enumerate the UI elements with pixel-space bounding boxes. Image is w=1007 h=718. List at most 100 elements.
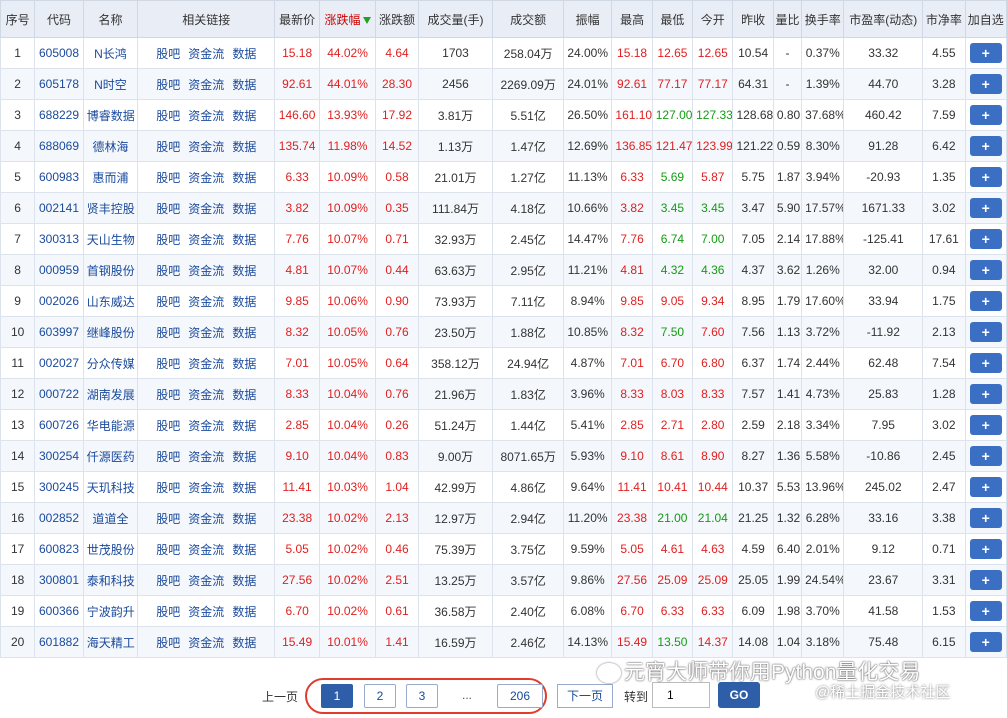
fund-flow-link[interactable]: 资金流 (188, 78, 224, 92)
column-header[interactable]: 昨收 (732, 0, 774, 38)
stock-code-link[interactable]: 002852 (39, 511, 79, 525)
fund-flow-link[interactable]: 资金流 (188, 109, 224, 123)
guba-link[interactable]: 股吧 (156, 512, 180, 526)
fund-flow-link[interactable]: 资金流 (188, 605, 224, 619)
stock-name-link[interactable]: 海天精工 (87, 636, 135, 650)
column-header[interactable]: 市盈率(动态) (843, 0, 924, 38)
stock-code-link[interactable]: 300254 (39, 449, 79, 463)
stock-code-link[interactable]: 601882 (39, 635, 79, 649)
column-header[interactable]: 成交额 (492, 0, 564, 38)
stock-code-link[interactable]: 300245 (39, 480, 79, 494)
stock-code-link[interactable]: 002027 (39, 356, 79, 370)
data-link[interactable]: 数据 (232, 295, 256, 309)
guba-link[interactable]: 股吧 (156, 78, 180, 92)
add-watchlist-button[interactable]: + (969, 291, 1002, 311)
stock-code-link[interactable]: 000722 (39, 387, 79, 401)
guba-link[interactable]: 股吧 (156, 636, 180, 650)
fund-flow-link[interactable]: 资金流 (188, 636, 224, 650)
data-link[interactable]: 数据 (232, 450, 256, 464)
stock-name-link[interactable]: 德林海 (92, 140, 128, 154)
fund-flow-link[interactable]: 资金流 (188, 171, 224, 185)
stock-code-link[interactable]: 603997 (39, 325, 79, 339)
column-header[interactable]: 最低 (651, 0, 694, 38)
page-button-last[interactable]: 206 (497, 684, 543, 708)
page-button-3[interactable]: 3 (406, 684, 438, 708)
guba-link[interactable]: 股吧 (156, 326, 180, 340)
guba-link[interactable]: 股吧 (156, 450, 180, 464)
stock-code-link[interactable]: 600366 (39, 604, 79, 618)
guba-link[interactable]: 股吧 (156, 388, 180, 402)
column-header[interactable]: 涨跌额 (375, 0, 419, 38)
stock-name-link[interactable]: N时空 (94, 78, 127, 92)
fund-flow-link[interactable]: 资金流 (188, 419, 224, 433)
guba-link[interactable]: 股吧 (156, 202, 180, 216)
stock-name-link[interactable]: N长鸿 (94, 47, 127, 61)
fund-flow-link[interactable]: 资金流 (188, 233, 224, 247)
add-watchlist-button[interactable]: + (969, 136, 1002, 156)
column-header[interactable]: 今开 (692, 0, 734, 38)
stock-name-link[interactable]: 世茂股份 (87, 543, 135, 557)
stock-code-link[interactable]: 600823 (39, 542, 79, 556)
column-header[interactable]: 振幅 (562, 0, 613, 38)
add-watchlist-button[interactable]: + (969, 260, 1002, 280)
data-link[interactable]: 数据 (232, 357, 256, 371)
fund-flow-link[interactable]: 资金流 (188, 574, 224, 588)
data-link[interactable]: 数据 (232, 512, 256, 526)
add-watchlist-button[interactable]: + (969, 632, 1002, 652)
add-watchlist-button[interactable]: + (969, 322, 1002, 342)
column-header[interactable]: 涨跌幅 (318, 0, 377, 38)
guba-link[interactable]: 股吧 (156, 47, 180, 61)
add-watchlist-button[interactable]: + (969, 601, 1002, 621)
data-link[interactable]: 数据 (232, 233, 256, 247)
add-watchlist-button[interactable]: + (969, 198, 1002, 218)
data-link[interactable]: 数据 (232, 543, 256, 557)
fund-flow-link[interactable]: 资金流 (188, 264, 224, 278)
stock-name-link[interactable]: 惠而浦 (92, 171, 128, 185)
fund-flow-link[interactable]: 资金流 (188, 295, 224, 309)
data-link[interactable]: 数据 (232, 140, 256, 154)
guba-link[interactable]: 股吧 (156, 233, 180, 247)
stock-name-link[interactable]: 山东威达 (87, 295, 135, 309)
stock-code-link[interactable]: 000959 (39, 263, 79, 277)
add-watchlist-button[interactable]: + (969, 570, 1002, 590)
stock-name-link[interactable]: 华电能源 (87, 419, 135, 433)
guba-link[interactable]: 股吧 (156, 295, 180, 309)
stock-code-link[interactable]: 605178 (39, 77, 79, 91)
page-button-1[interactable]: 1 (321, 684, 353, 708)
column-header[interactable]: 加自选 (964, 0, 1007, 38)
add-watchlist-button[interactable]: + (969, 539, 1002, 559)
add-watchlist-button[interactable]: + (969, 415, 1002, 435)
stock-code-link[interactable]: 300313 (39, 232, 79, 246)
column-header[interactable]: 量比 (772, 0, 803, 38)
add-watchlist-button[interactable]: + (969, 477, 1002, 497)
column-header[interactable]: 最新价 (274, 0, 320, 38)
data-link[interactable]: 数据 (232, 481, 256, 495)
column-header[interactable]: 相关链接 (137, 0, 276, 38)
fund-flow-link[interactable]: 资金流 (188, 140, 224, 154)
add-watchlist-button[interactable]: + (969, 446, 1002, 466)
guba-link[interactable]: 股吧 (156, 574, 180, 588)
stock-name-link[interactable]: 天玑科技 (87, 481, 135, 495)
data-link[interactable]: 数据 (232, 388, 256, 402)
stock-code-link[interactable]: 002141 (39, 201, 79, 215)
stock-name-link[interactable]: 宁波韵升 (87, 605, 135, 619)
page-button-2[interactable]: 2 (364, 684, 396, 708)
column-header[interactable]: 名称 (82, 0, 139, 38)
add-watchlist-button[interactable]: + (969, 508, 1002, 528)
guba-link[interactable]: 股吧 (156, 605, 180, 619)
guba-link[interactable]: 股吧 (156, 419, 180, 433)
stock-name-link[interactable]: 湖南发展 (87, 388, 135, 402)
stock-code-link[interactable]: 300801 (39, 573, 79, 587)
add-watchlist-button[interactable]: + (969, 74, 1002, 94)
add-watchlist-button[interactable]: + (969, 229, 1002, 249)
column-header[interactable]: 序号 (0, 0, 36, 38)
stock-code-link[interactable]: 600726 (39, 418, 79, 432)
fund-flow-link[interactable]: 资金流 (188, 543, 224, 557)
data-link[interactable]: 数据 (232, 202, 256, 216)
add-watchlist-button[interactable]: + (969, 353, 1002, 373)
stock-name-link[interactable]: 贤丰控股 (87, 202, 135, 216)
data-link[interactable]: 数据 (232, 419, 256, 433)
guba-link[interactable]: 股吧 (156, 543, 180, 557)
add-watchlist-button[interactable]: + (969, 384, 1002, 404)
column-header[interactable]: 市净率 (922, 0, 966, 38)
